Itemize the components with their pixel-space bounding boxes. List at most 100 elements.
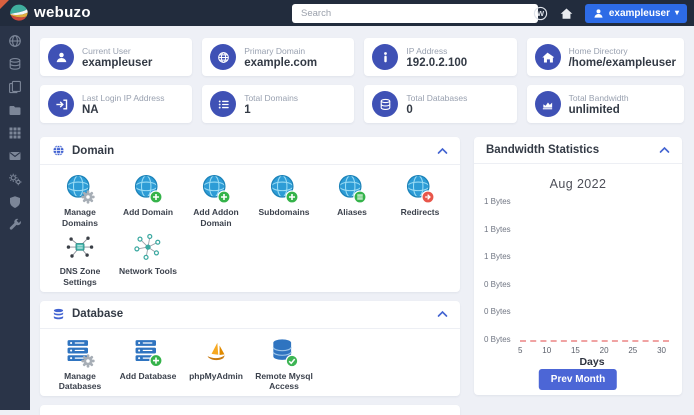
sidebar-item-tools[interactable] (8, 218, 22, 232)
prev-month-button[interactable]: Prev Month (538, 369, 618, 390)
y-axis-tick-label: 0 Bytes (484, 280, 511, 289)
card-total-domains: Total Domains 1 (202, 85, 355, 123)
user-menu-label: exampleuser (608, 7, 670, 19)
sidebar-item-email[interactable] (8, 149, 22, 163)
x-axis-tick-label: 20 (599, 346, 609, 355)
x-axis-tick-label: 25 (628, 346, 638, 355)
card-value: 192.0.2.100 (406, 56, 468, 69)
chevron-up-icon[interactable] (437, 310, 448, 318)
card-total-bandwidth: Total Bandwidth unlimited (526, 85, 684, 123)
card-current-user: Current User exampleuser (40, 38, 193, 76)
card-home-directory: Home Directory /home/exampleuser (526, 38, 684, 76)
user-menu-button[interactable]: exampleuser ▾ (584, 3, 687, 23)
card-ip-address: IP Address 192.0.2.100 (364, 38, 517, 76)
domain-panel-header: Domain (40, 137, 460, 165)
webuzo-logo-icon (8, 2, 29, 23)
card-label: Current User (82, 45, 131, 56)
sidebar-item-databases[interactable] (8, 57, 22, 71)
webuzo-logo[interactable]: webuzo (8, 2, 91, 23)
app-item-aliases[interactable]: Aliases (318, 171, 386, 228)
app-item-network-tools[interactable]: Network Tools (114, 230, 182, 287)
wordpress-icon[interactable]: W (533, 6, 548, 21)
network-tools-icon (132, 232, 164, 264)
globe-list-icon (336, 173, 368, 205)
database-panel: Database Manage Databases Add Database p… (40, 300, 460, 396)
bandwidth-series-line (520, 340, 669, 342)
x-axis-ticks: 5 10 15 20 25 30 (518, 346, 666, 355)
sidebar-item-files[interactable] (8, 80, 22, 94)
card-value: example.com (244, 56, 318, 69)
app-item-manage-databases[interactable]: Manage Databases (46, 335, 114, 392)
app-item-subdomains[interactable]: Subdomains (250, 171, 318, 228)
sidebar-item-services[interactable] (8, 172, 22, 186)
card-value: 0 (406, 103, 413, 116)
card-label: Last Login IP Address (82, 92, 165, 103)
y-axis-tick-label: 1 Bytes (484, 252, 511, 261)
globe-gear-icon (64, 173, 96, 205)
card-last-login-ip: Last Login IP Address NA (40, 85, 193, 123)
server-plus-icon (132, 337, 164, 369)
card-value: /home/exampleuser (568, 56, 676, 69)
x-axis-tick-label: 30 (657, 346, 666, 355)
user-icon (593, 8, 604, 19)
dns-network-icon (64, 232, 96, 264)
database-panel-header: Database (40, 301, 460, 329)
svg-text:W: W (537, 9, 545, 18)
chevron-up-icon[interactable] (659, 146, 670, 154)
y-axis-tick-label: 1 Bytes (484, 197, 511, 206)
database-items: Manage Databases Add Database phpMyAdmin… (40, 329, 460, 396)
y-axis-tick-label: 0 Bytes (484, 307, 511, 316)
app-item-remote-mysql-access[interactable]: Remote Mysql Access (250, 335, 318, 392)
topbar-actions: W exampleuser ▾ (533, 0, 687, 26)
sidebar-item-apps[interactable] (8, 126, 22, 140)
logo-text: webuzo (34, 4, 91, 21)
sidebar-item-file-manager[interactable] (8, 103, 22, 117)
app-item-manage-domains[interactable]: Manage Domains (46, 171, 114, 228)
chevron-up-icon[interactable] (437, 147, 448, 155)
card-total-databases: Total Databases 0 (364, 85, 517, 123)
domain-items: Manage Domains Add Domain Add Addon Doma… (40, 165, 460, 292)
search-input[interactable] (292, 3, 538, 23)
card-primary-domain: Primary Domain example.com (202, 38, 355, 76)
bandwidth-panel-title: Bandwidth Statistics (486, 144, 600, 156)
card-label: IP Address (406, 45, 448, 56)
home-icon[interactable] (559, 6, 574, 21)
database-panel-title: Database (72, 308, 124, 320)
x-axis-tick-label: 5 (518, 346, 523, 355)
bandwidth-chart-icon (534, 91, 561, 117)
card-value: NA (82, 103, 99, 116)
app-item-add-domain[interactable]: Add Domain (114, 171, 182, 228)
sign-in-icon (48, 91, 74, 117)
y-axis-tick-label: 0 Bytes (484, 335, 511, 344)
list-icon (210, 91, 237, 117)
domain-globe-icon (52, 144, 65, 157)
home-icon (534, 44, 561, 70)
card-value: 1 (244, 103, 251, 116)
globe-plus-icon (200, 173, 232, 205)
sidebar-item-domains[interactable] (8, 34, 22, 48)
app-item-dns-zone-settings[interactable]: DNS Zone Settings (46, 230, 114, 287)
caret-down-icon: ▾ (674, 8, 679, 17)
app-item-add-database[interactable]: Add Database (114, 335, 182, 392)
sidebar-item-security[interactable] (8, 195, 22, 209)
x-axis-tick-label: 15 (570, 346, 580, 355)
card-label: Primary Domain (244, 45, 306, 56)
card-label: Total Databases (406, 92, 468, 103)
card-value: exampleuser (82, 56, 153, 69)
bandwidth-panel-header: Bandwidth Statistics (474, 137, 682, 164)
sidebar (0, 26, 30, 410)
chart-title: Aug 2022 (549, 177, 607, 191)
app-item-phpmyadmin[interactable]: phpMyAdmin (182, 335, 250, 392)
card-label: Home Directory (568, 45, 628, 56)
database-icon (372, 91, 399, 117)
domain-panel-title: Domain (72, 144, 115, 157)
phpmyadmin-icon (200, 337, 232, 369)
app-item-add-addon-domain[interactable]: Add Addon Domain (182, 171, 250, 228)
globe-redirect-icon (404, 173, 436, 205)
card-label: Total Bandwidth (568, 92, 629, 103)
user-icon (48, 44, 74, 70)
main-content: Current User exampleuser Primary Domain … (30, 26, 694, 415)
info-icon (372, 44, 399, 70)
app-item-redirects[interactable]: Redirects (386, 171, 454, 228)
bandwidth-panel: Bandwidth Statistics Aug 2022 1 Bytes 1 … (474, 137, 682, 395)
